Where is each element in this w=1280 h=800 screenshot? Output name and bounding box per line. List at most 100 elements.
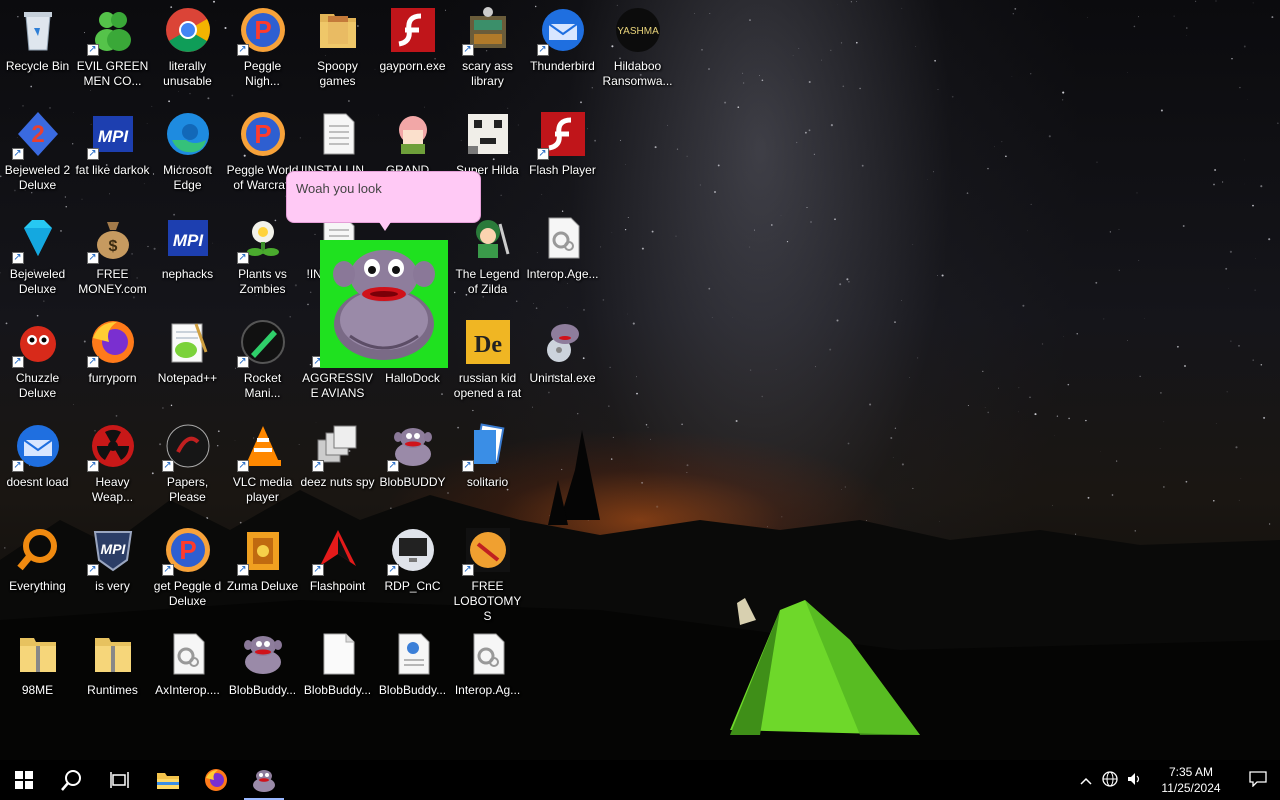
desktop-icon-label: Uninstal.exe: [529, 371, 596, 385]
desktop-icon-label: gayporn.exe: [379, 59, 446, 73]
recycle-bin-icon: [14, 6, 62, 54]
taskbar-file-explorer[interactable]: [144, 760, 192, 800]
desktop-icon-flashpoint[interactable]: ↗ Flashpoint: [300, 520, 375, 624]
desktop-icon-is-very[interactable]: MPI ↗ is very: [75, 520, 150, 624]
config-file-icon: [389, 630, 437, 678]
desktop-icon-98me[interactable]: 98ME: [0, 624, 75, 728]
anime-girl-icon: [389, 110, 437, 158]
desktop-icon-deez-nuts-spy[interactable]: ↗ deez nuts spy: [300, 416, 375, 520]
task-view-button[interactable]: [96, 760, 144, 800]
desktop-icon-russian-kid-opened-a-rat[interactable]: De russian kid opened a rat: [450, 312, 525, 416]
shortcut-arrow-icon: ↗: [536, 44, 549, 56]
desktop-icon-evil-green-men-co[interactable]: ↗ EVIL GREEN MEN CO...: [75, 0, 150, 104]
desktop-icon-flash-player[interactable]: ↗ Flash Player: [525, 104, 600, 208]
desktop-icon-hildaboo-ransomwa[interactable]: YASHMA Hildaboo Ransomwa...: [600, 0, 675, 104]
svg-text:P: P: [179, 535, 196, 565]
desktop-icon-heavy-weap[interactable]: ↗ Heavy Weap...: [75, 416, 150, 520]
clock-time: 7:35 AM: [1168, 765, 1214, 779]
desktop-icon-literally-unusable[interactable]: literally unusable: [150, 0, 225, 104]
desktop-icon-label: Notepad++: [157, 371, 218, 385]
volume-button[interactable]: [1122, 771, 1146, 790]
desktop-icon-label: BlobBuddy...: [303, 683, 372, 697]
desktop-icon-vlc-media-player[interactable]: ↗ VLC media player: [225, 416, 300, 520]
desktop-icon-label: VLC media player: [232, 475, 293, 504]
desktop-icon-blobbuddy[interactable]: BlobBuddy...: [375, 624, 450, 728]
desktop-icon-doesnt-load[interactable]: ↗ doesnt load: [0, 416, 75, 520]
network-button[interactable]: [1098, 770, 1122, 790]
folder-icon: [314, 6, 362, 54]
show-hidden-icons-button[interactable]: [1074, 772, 1098, 788]
desktop-icon-runtimes[interactable]: Runtimes: [75, 624, 150, 728]
desktop-icon-solitario[interactable]: ↗ solitario: [450, 416, 525, 520]
desktop-icon-interop-age[interactable]: Interop.Age...: [525, 208, 600, 312]
desktop-icon-furryporn[interactable]: ↗ furryporn: [75, 312, 150, 416]
desktop-icon-recycle-bin[interactable]: Recycle Bin: [0, 0, 75, 104]
desktop-icon-nephacks[interactable]: MPI nephacks: [150, 208, 225, 312]
svg-text:P: P: [254, 15, 271, 45]
taskbar-blobbuddy[interactable]: [240, 760, 288, 800]
desktop-icon-scary-ass-library[interactable]: ↗ scary ass library: [450, 0, 525, 104]
desktop-icon-free-lobotomys[interactable]: ↗ FREE LOBOTOMYS: [450, 520, 525, 624]
desktop-icon-papers-please[interactable]: ↗ Papers, Please: [150, 416, 225, 520]
shortcut-arrow-icon: ↗: [86, 564, 99, 576]
shortcut-arrow-icon: ↗: [236, 460, 249, 472]
shortcut-arrow-icon: ↗: [536, 148, 549, 160]
taskbar: 7:35 AM 11/25/2024: [0, 760, 1280, 800]
desktop-icon-chuzzle-deluxe[interactable]: ↗ Chuzzle Deluxe: [0, 312, 75, 416]
blank-file-icon: [314, 630, 362, 678]
speaker-icon: [1128, 772, 1140, 785]
desktop-icon-spoopy-games[interactable]: Spoopy games: [300, 0, 375, 104]
desktop-icon-label: Peggle Nigh...: [243, 59, 282, 88]
desktop-icon-everything[interactable]: Everything: [0, 520, 75, 624]
desktop-icon-label: FREE LOBOTOMYS: [453, 579, 522, 623]
desktop-icon-label: russian kid opened a rat: [453, 371, 522, 400]
desktop-icon-label: Zuma Deluxe: [226, 579, 299, 593]
desktop-icon-bejeweled-2-deluxe[interactable]: 2 ↗ Bejeweled 2 Deluxe: [0, 104, 75, 208]
desktop-icon-free-money-com[interactable]: $ ↗ FREE MONEY.com: [75, 208, 150, 312]
chrome-icon: [164, 6, 212, 54]
taskbar-firefox[interactable]: [192, 760, 240, 800]
magnifier-icon: [14, 526, 62, 574]
desktop-icon-label: AGGRESSIVE AVIANS: [302, 371, 373, 400]
mpi-icon: MPI ↗: [86, 110, 137, 160]
shortcut-arrow-icon: ↗: [11, 148, 24, 160]
desktop-icon-bejeweled-deluxe[interactable]: ↗ Bejeweled Deluxe: [0, 208, 75, 312]
desktop-icon-rdp-cnc[interactable]: ↗ RDP_CnC: [375, 520, 450, 624]
desktop-icon-microsoft-edge[interactable]: Microsoft Edge: [150, 104, 225, 208]
start-button[interactable]: [0, 760, 48, 800]
blob-buddy-window[interactable]: [320, 240, 448, 368]
desktop-icon-gayporn-exe[interactable]: gayporn.exe: [375, 0, 450, 104]
desktop-icon-label: HalloDock: [385, 371, 440, 385]
shortcut-arrow-icon: ↗: [236, 44, 249, 56]
search-button[interactable]: [48, 760, 96, 800]
desktop-icon-fat-like-darkok[interactable]: MPI ↗ fat like darkok: [75, 104, 150, 208]
desktop-icon-thunderbird[interactable]: ↗ Thunderbird: [525, 0, 600, 104]
desktop-icon-axinterop[interactable]: AxInterop....: [150, 624, 225, 728]
desktop-icon-blobbuddy[interactable]: BlobBuddy...: [300, 624, 375, 728]
cards-icon: ↗: [461, 422, 512, 472]
desktop-icon-rocket-mani[interactable]: ↗ Rocket Mani...: [225, 312, 300, 416]
money-bag-icon: $ ↗: [86, 214, 137, 264]
plant-icon: ↗: [236, 214, 287, 264]
notification-center-button[interactable]: [1236, 770, 1280, 790]
library-icon: ↗: [461, 6, 512, 56]
desktop-icon-plants-vs-zombies[interactable]: ↗ Plants vs Zombies: [225, 208, 300, 312]
desktop[interactable]: Recycle Bin ↗ EVIL GREEN MEN CO... literall…: [0, 0, 1280, 760]
desktop-icon-uninstal-exe[interactable]: Uninstal.exe: [525, 312, 600, 416]
clock[interactable]: 7:35 AM 11/25/2024: [1146, 764, 1236, 796]
desktop-icon-label: AxInterop....: [155, 683, 220, 697]
system-tray: 7:35 AM 11/25/2024: [1074, 760, 1280, 800]
desktop-icon-interop-ag[interactable]: Interop.Ag...: [450, 624, 525, 728]
desktop-icon-blobbuddy[interactable]: ↗ BlobBUDDY: [375, 416, 450, 520]
firefox-icon: [205, 769, 227, 791]
desktop-icon-zuma-deluxe[interactable]: ↗ Zuma Deluxe: [225, 520, 300, 624]
desktop-icon-peggle-nigh[interactable]: P ↗ Peggle Nigh...: [225, 0, 300, 104]
desktop-icon-blobbuddy[interactable]: BlobBuddy...: [225, 624, 300, 728]
desktop-icon-get-peggle-d-deluxe[interactable]: P ↗ get Peggle d Deluxe: [150, 520, 225, 624]
svg-text:MPI: MPI: [97, 127, 129, 146]
desktop-icon-the-legend-of-zilda[interactable]: The Legend of Zilda: [450, 208, 525, 312]
desktop-icon-label: deez nuts spy: [300, 475, 375, 489]
desktop-icon-label: literally unusable: [163, 59, 212, 88]
desktop-icon-label: Hildaboo Ransomwa...: [602, 59, 673, 88]
desktop-icon-notepad[interactable]: Notepad++: [150, 312, 225, 416]
